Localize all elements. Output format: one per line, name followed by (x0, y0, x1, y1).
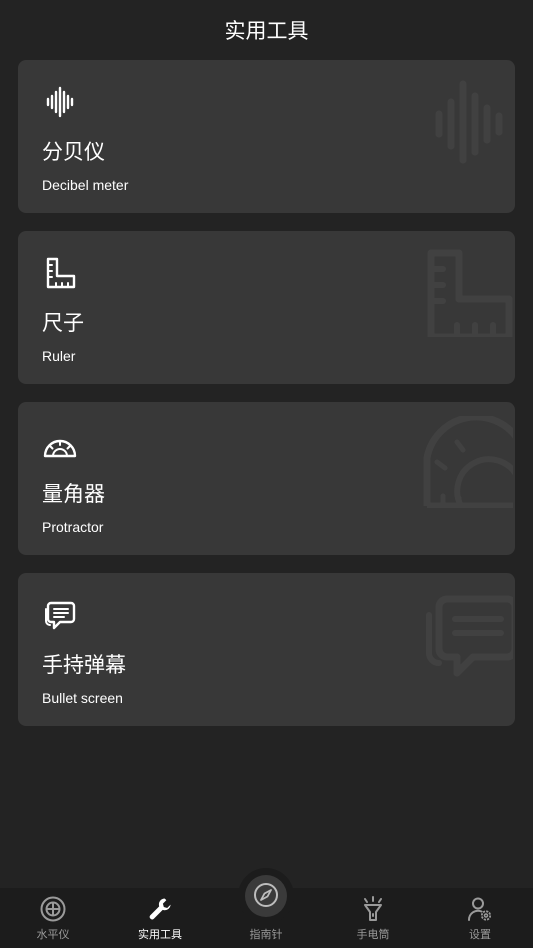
wrench-icon (149, 898, 171, 920)
bottom-navigation: 水平仪 实用工具 指南针 手电筒 设置 (0, 868, 533, 948)
nav-item-flashlight[interactable]: 手电筒 (333, 888, 413, 948)
nav-label: 水平仪 (36, 928, 70, 941)
tool-subtitle: Ruler (42, 348, 76, 364)
nav-label: 实用工具 (138, 928, 182, 941)
sound-wave-watermark-icon (435, 80, 503, 164)
flashlight-icon (364, 896, 382, 921)
chat-bubble-watermark-icon (426, 595, 513, 677)
page-title: 实用工具 (224, 19, 309, 43)
nav-label: 设置 (469, 928, 491, 941)
ruler-watermark-icon (427, 249, 513, 337)
nav-item-settings[interactable]: 设置 (440, 888, 520, 948)
tool-title: 量角器 (42, 482, 105, 506)
nav-item-compass[interactable]: 指南针 (226, 883, 306, 948)
tool-subtitle: Bullet screen (42, 690, 123, 706)
nav-item-tools[interactable]: 实用工具 (120, 888, 200, 948)
protractor-icon (43, 439, 77, 458)
chat-bubble-icon (45, 601, 76, 630)
tool-card-decibel-meter[interactable]: 分贝仪 Decibel meter (18, 60, 515, 213)
tool-title: 尺子 (42, 311, 84, 335)
tool-subtitle: Decibel meter (42, 177, 129, 193)
nav-label: 手电筒 (356, 928, 390, 941)
nav-item-level[interactable]: 水平仪 (13, 888, 93, 948)
tool-card-ruler[interactable]: 尺子 Ruler (18, 231, 515, 384)
tool-title: 手持弹幕 (42, 653, 126, 677)
protractor-watermark-icon (423, 416, 513, 508)
tool-card-protractor[interactable]: 量角器 Protractor (18, 402, 515, 555)
sound-wave-icon (46, 86, 74, 118)
ruler-icon (46, 257, 76, 289)
tool-card-bullet-screen[interactable]: 手持弹幕 Bullet screen (18, 573, 515, 726)
nav-label: 指南针 (249, 928, 283, 941)
tool-subtitle: Protractor (42, 519, 104, 535)
user-settings-icon (467, 897, 492, 921)
tool-title: 分贝仪 (42, 140, 105, 164)
compass-icon (254, 883, 278, 907)
level-icon (40, 896, 66, 922)
